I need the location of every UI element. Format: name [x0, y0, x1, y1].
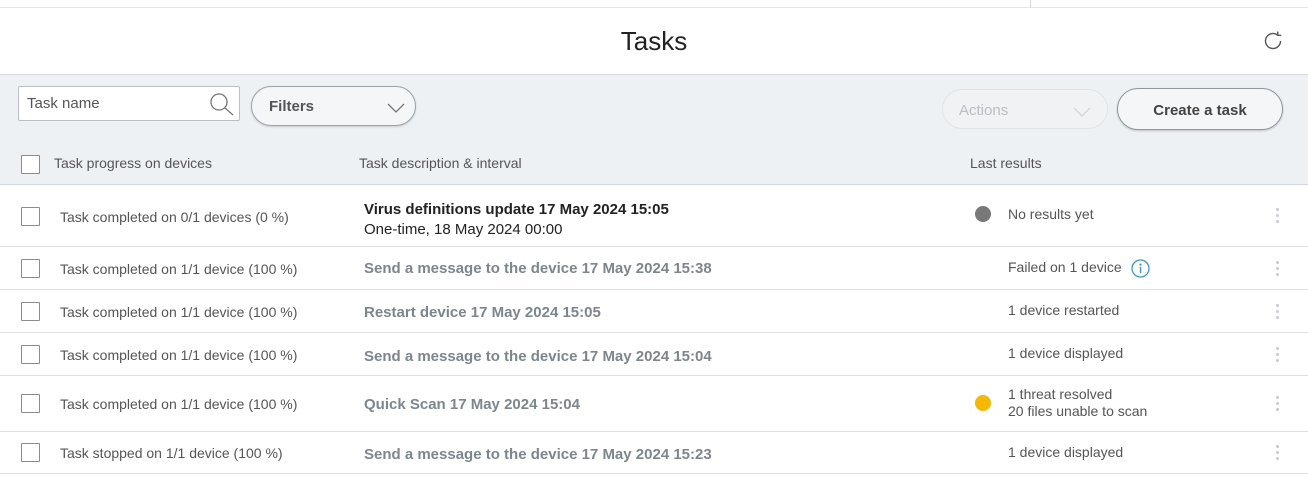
table-row[interactable]: Task completed on 1/1 device (100 %) Sen…: [0, 333, 1308, 376]
title-bar: Tasks: [0, 8, 1308, 74]
task-progress: Task completed on 1/1 device (100 %): [60, 396, 298, 412]
create-task-button[interactable]: Create a task: [1117, 88, 1283, 130]
task-progress: Task stopped on 1/1 device (100 %): [60, 445, 283, 461]
chevron-down-icon: [1073, 105, 1091, 117]
table-row[interactable]: Task stopped on 1/1 device (100 %) Send …: [0, 432, 1308, 474]
status-dot-gray: [975, 206, 991, 222]
task-progress: Task completed on 1/1 device (100 %): [60, 261, 298, 277]
row-checkbox[interactable]: [21, 259, 40, 278]
search-input[interactable]: [19, 87, 205, 120]
task-description[interactable]: Restart device 17 May 2024 15:05: [364, 304, 601, 321]
chevron-down-icon: [387, 101, 405, 113]
task-progress: Task completed on 1/1 device (100 %): [60, 347, 298, 363]
result-line: 1 threat resolved: [1008, 386, 1113, 402]
top-divider: [1030, 0, 1031, 8]
info-icon[interactable]: [1130, 259, 1150, 278]
search-icon[interactable]: [208, 91, 236, 117]
toolbar: Filters Actions Create a task Task progr…: [0, 74, 1308, 185]
table-row[interactable]: Task completed on 1/1 device (100 %) Res…: [0, 290, 1308, 333]
task-description[interactable]: Virus definitions update 17 May 2024 15:…: [364, 201, 669, 218]
header-task-description[interactable]: Task description & interval: [359, 155, 522, 171]
kebab-menu-icon[interactable]: [1271, 302, 1285, 322]
task-description[interactable]: Send a message to the device 17 May 2024…: [364, 446, 712, 463]
table-row[interactable]: Task completed on 0/1 devices (0 %) Viru…: [0, 185, 1308, 247]
task-description[interactable]: Send a message to the device 17 May 2024…: [364, 348, 712, 365]
kebab-menu-icon[interactable]: [1271, 394, 1285, 414]
result-line: 1 device displayed: [1008, 345, 1124, 361]
task-progress: Task completed on 1/1 device (100 %): [60, 304, 298, 320]
filters-label: Filters: [269, 98, 315, 115]
row-checkbox[interactable]: [21, 345, 40, 364]
status-dot-yellow: [975, 395, 991, 411]
result-line: 1 device restarted: [1008, 302, 1120, 318]
result-line: 1 device displayed: [1008, 444, 1124, 460]
row-checkbox[interactable]: [21, 302, 40, 321]
result-line: No results yet: [1008, 206, 1094, 222]
kebab-menu-icon[interactable]: [1271, 206, 1285, 226]
kebab-menu-icon[interactable]: [1271, 345, 1285, 365]
select-all-checkbox[interactable]: [21, 155, 40, 174]
result-line: Failed on 1 device: [1008, 259, 1122, 276]
task-result: 1 device displayed: [1008, 444, 1123, 461]
task-result: 1 threat resolved 20 files unable to sca…: [1008, 386, 1147, 420]
actions-label: Actions: [959, 102, 1009, 119]
create-task-label: Create a task: [1153, 102, 1247, 119]
task-description[interactable]: Quick Scan 17 May 2024 15:04: [364, 396, 580, 413]
task-result: Failed on 1 device: [1008, 259, 1150, 278]
task-result: 1 device restarted: [1008, 302, 1119, 319]
row-checkbox[interactable]: [21, 394, 40, 413]
header-task-progress[interactable]: Task progress on devices: [54, 155, 212, 171]
page-title: Tasks: [620, 26, 688, 56]
kebab-menu-icon[interactable]: [1271, 443, 1285, 463]
row-checkbox[interactable]: [21, 443, 40, 462]
task-interval: One-time, 18 May 2024 00:00: [364, 221, 563, 238]
search-box: [18, 86, 240, 121]
task-result: No results yet: [1008, 206, 1094, 223]
top-strip: [0, 0, 1308, 8]
task-progress: Task completed on 0/1 devices (0 %): [60, 209, 289, 225]
refresh-icon[interactable]: [1261, 29, 1285, 53]
result-line: 20 files unable to scan: [1008, 403, 1148, 419]
actions-dropdown[interactable]: Actions: [942, 89, 1108, 129]
task-description[interactable]: Send a message to the device 17 May 2024…: [364, 260, 712, 277]
task-result: 1 device displayed: [1008, 345, 1123, 362]
header-last-results[interactable]: Last results: [970, 155, 1042, 171]
table-row[interactable]: Task completed on 1/1 device (100 %) Qui…: [0, 376, 1308, 432]
kebab-menu-icon[interactable]: [1271, 259, 1285, 279]
row-checkbox[interactable]: [21, 207, 40, 226]
table-row[interactable]: Task completed on 1/1 device (100 %) Sen…: [0, 247, 1308, 290]
filters-dropdown[interactable]: Filters: [251, 86, 416, 126]
